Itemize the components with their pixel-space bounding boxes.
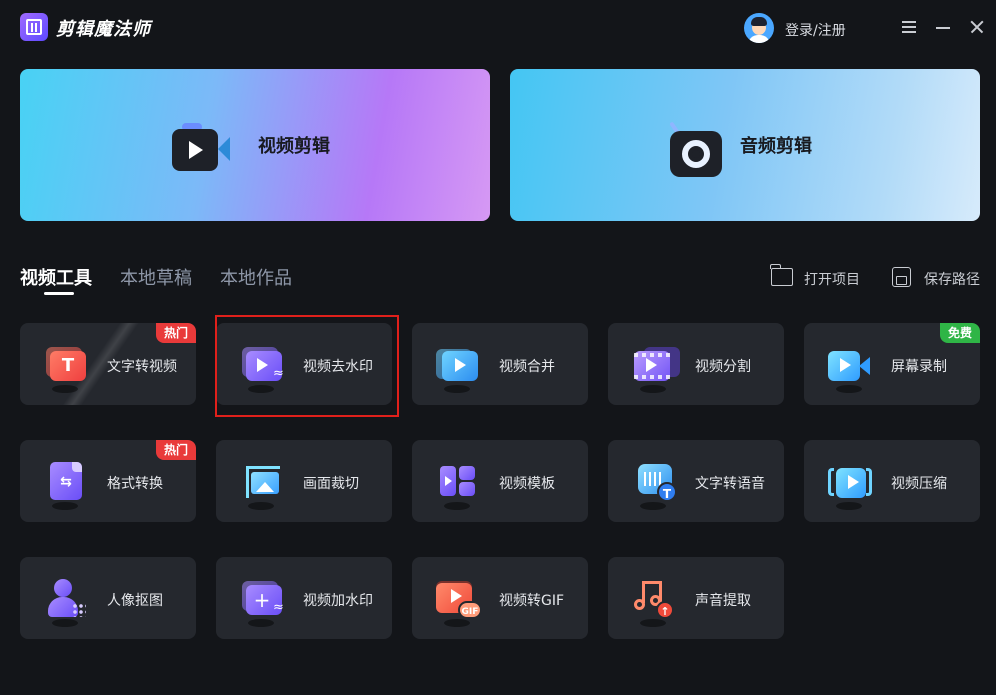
save-icon	[892, 267, 911, 287]
hot-badge: 热门	[155, 323, 196, 343]
screen-record-icon	[828, 343, 872, 393]
tool-video-template[interactable]: 视频模板	[412, 440, 588, 522]
tab-local-drafts[interactable]: 本地草稿	[120, 264, 192, 290]
tool-label: 人像抠图	[107, 593, 163, 609]
video-merge-icon	[436, 343, 480, 393]
remove-watermark-icon: ≈	[240, 343, 284, 393]
tool-crop[interactable]: 画面裁切	[216, 440, 392, 522]
tool-video-compress[interactable]: 视频压缩	[804, 440, 980, 522]
tool-label: 声音提取	[695, 593, 751, 609]
tool-label: 视频去水印	[303, 359, 373, 375]
close-icon[interactable]	[966, 16, 988, 38]
title-bar: 剪辑魔法师 登录/注册	[0, 0, 996, 56]
tool-text-to-speech[interactable]: T 文字转语音	[608, 440, 784, 522]
audio-disc-icon	[668, 121, 728, 181]
tool-format-convert[interactable]: ⇆ 格式转换 热门	[20, 440, 196, 522]
tool-label: 屏幕录制	[891, 359, 947, 375]
login-register-link[interactable]: 登录/注册	[785, 20, 846, 40]
text-to-video-icon: T	[44, 343, 88, 393]
tool-label: 视频转GIF	[499, 593, 565, 609]
tool-text-to-video[interactable]: T 文字转视频 热门	[20, 323, 196, 405]
tool-screen-record[interactable]: 屏幕录制 免费	[804, 323, 980, 405]
format-convert-icon: ⇆	[44, 460, 88, 510]
open-project-label: 打开项目	[804, 272, 860, 288]
hot-badge: 热门	[155, 440, 196, 460]
user-avatar-icon[interactable]	[744, 13, 774, 43]
text-to-speech-icon: T	[632, 460, 677, 510]
tool-label: 文字转语音	[695, 476, 765, 492]
video-compress-icon	[828, 460, 872, 510]
tool-remove-watermark[interactable]: ≈ 视频去水印	[216, 323, 392, 405]
tool-video-to-gif[interactable]: GIF 视频转GIF	[412, 557, 588, 639]
crop-icon	[240, 460, 284, 510]
audio-extract-icon: ↑	[632, 577, 676, 627]
video-split-icon	[632, 343, 680, 393]
tool-label: 视频分割	[695, 359, 751, 375]
audio-edit-card[interactable]: 音频剪辑	[510, 69, 980, 221]
tool-label: 格式转换	[107, 476, 163, 492]
audio-edit-label: 音频剪辑	[740, 136, 812, 157]
video-edit-card[interactable]: 视频剪辑	[20, 69, 490, 221]
tool-audio-extract[interactable]: ↑ 声音提取	[608, 557, 784, 639]
minimize-icon[interactable]	[932, 16, 954, 38]
add-watermark-icon: + ≈	[240, 577, 284, 627]
video-to-gif-icon: GIF	[436, 577, 482, 627]
active-tab-underline	[44, 292, 74, 295]
portrait-cutout-icon	[44, 577, 88, 627]
video-edit-label: 视频剪辑	[258, 136, 330, 157]
tab-local-works[interactable]: 本地作品	[220, 264, 292, 290]
save-path-label: 保存路径	[924, 272, 980, 288]
free-badge: 免费	[939, 323, 980, 343]
tool-portrait-cutout[interactable]: 人像抠图	[20, 557, 196, 639]
tab-video-tools[interactable]: 视频工具	[20, 264, 92, 290]
tool-add-watermark[interactable]: + ≈ 视频加水印	[216, 557, 392, 639]
app-logo-icon	[20, 13, 48, 41]
save-path-button[interactable]: 保存路径	[892, 266, 982, 288]
tool-label: 视频合并	[499, 359, 555, 375]
app-title: 剪辑魔法师	[56, 19, 151, 40]
tool-label: 文字转视频	[107, 359, 177, 375]
tool-label: 视频加水印	[303, 593, 373, 609]
tool-label: 画面裁切	[303, 476, 359, 492]
open-project-button[interactable]: 打开项目	[770, 264, 863, 288]
tool-label: 视频模板	[499, 476, 555, 492]
template-icon	[436, 460, 480, 510]
tool-label: 视频压缩	[891, 476, 947, 492]
video-camera-icon	[170, 123, 230, 177]
folder-open-icon	[770, 264, 793, 286]
tool-video-merge[interactable]: 视频合并	[412, 323, 588, 405]
menu-icon[interactable]	[898, 16, 920, 38]
tool-video-split[interactable]: 视频分割	[608, 323, 784, 405]
